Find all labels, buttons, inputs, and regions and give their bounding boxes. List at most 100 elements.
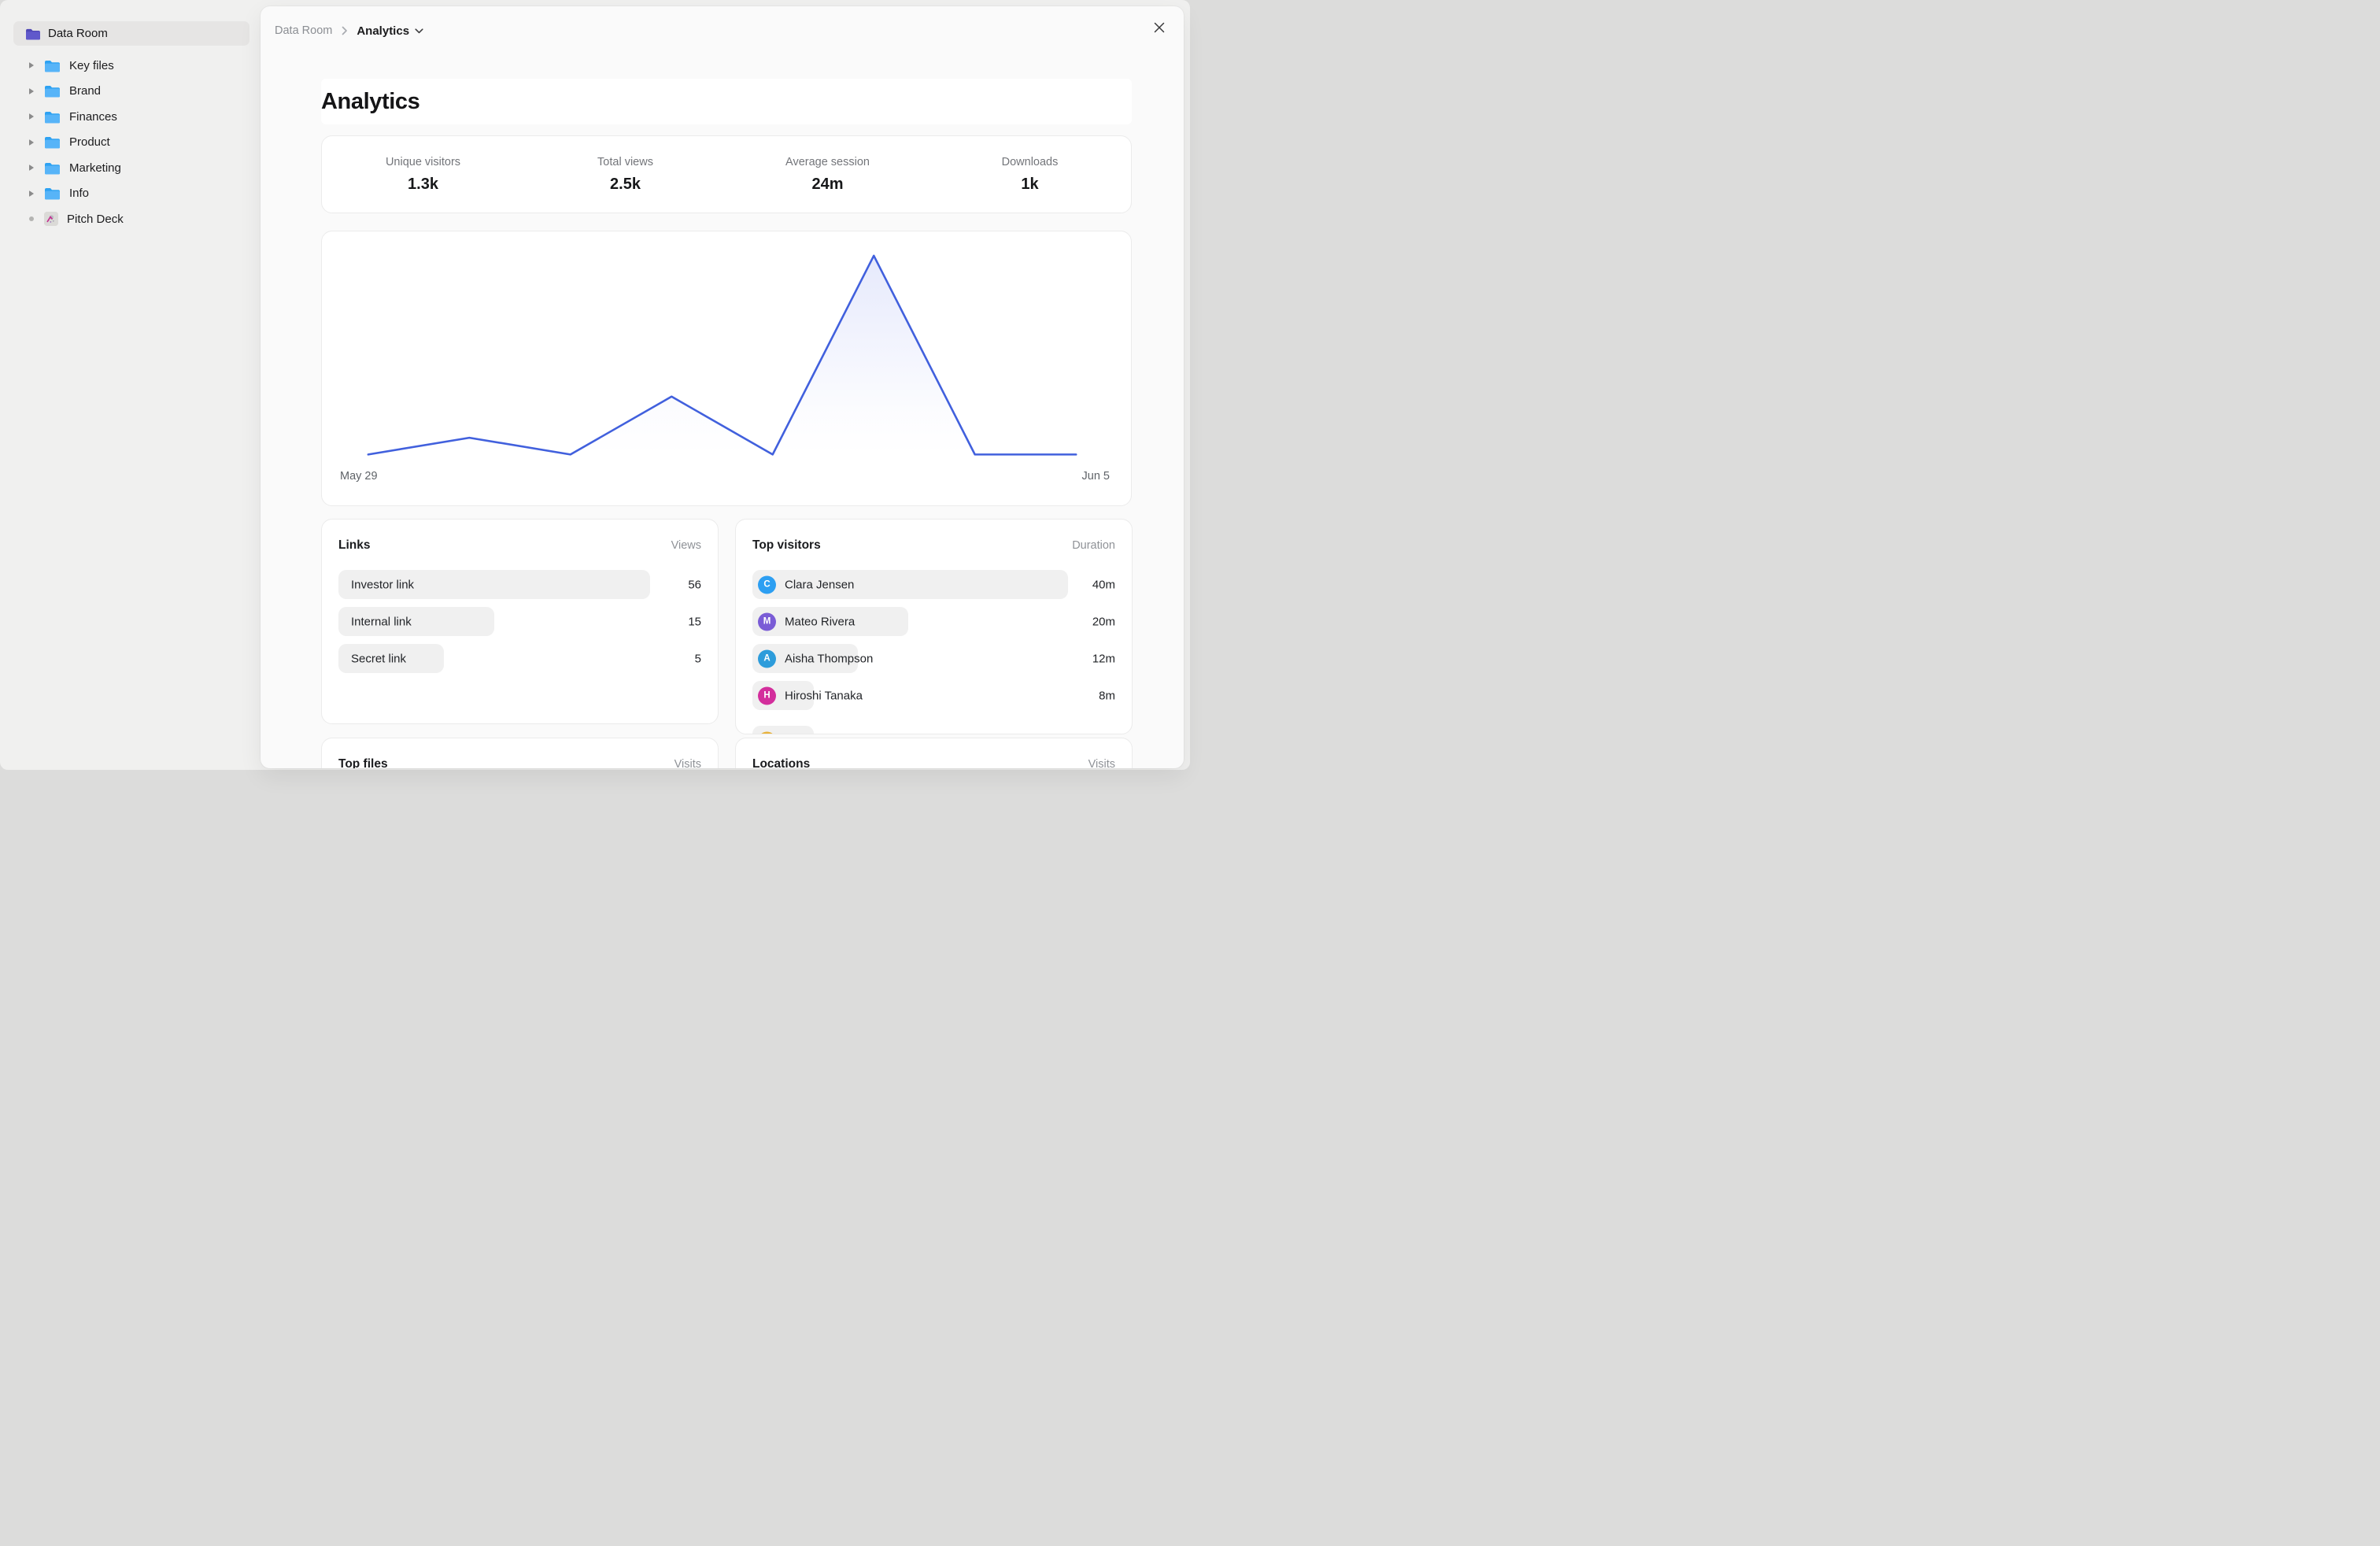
visitor-row-hiroshi-tanaka[interactable]: H Hiroshi Tanaka 8m [752, 677, 1115, 714]
card-value-header: Views [671, 539, 701, 552]
visitor-name: Mateo Rivera [785, 615, 855, 628]
visitor-identity: C Clara Jensen [758, 575, 854, 594]
disclosure-triangle-icon[interactable] [29, 62, 34, 68]
stat-label: Unique visitors [322, 156, 524, 168]
disclosure-triangle-icon[interactable] [29, 190, 34, 197]
avatar [758, 731, 776, 734]
middle-cards-row: Links Views Investor link 56 Internal li… [321, 519, 1132, 734]
chart-line [368, 256, 1076, 455]
folder-blue-icon [44, 135, 61, 149]
avatar: A [758, 649, 776, 668]
sidebar-item-data-room[interactable]: Data Room [13, 21, 249, 46]
visitor-duration-value: 12m [1092, 652, 1115, 665]
card-value-header: Visits [674, 758, 701, 768]
breadcrumb-bar: Data Room Analytics [261, 6, 1184, 50]
sidebar-item-marketing[interactable]: Marketing [0, 155, 261, 181]
folder-purple-icon [25, 28, 41, 40]
sidebar-item-product[interactable]: Product [0, 130, 261, 156]
folder-blue-icon [44, 84, 61, 98]
sidebar: Data Room Key files Brand [0, 0, 261, 770]
avatar: M [758, 612, 776, 631]
pitch-deck-thumbnail-icon [44, 212, 58, 226]
card-title: Top visitors [752, 538, 821, 553]
sidebar-item-finances[interactable]: Finances [0, 104, 261, 130]
links-rows: Investor link 56 Internal link 15 Secret… [322, 566, 718, 677]
stat-downloads: Downloads 1k [929, 156, 1131, 194]
sidebar-item-label: Finances [69, 110, 117, 124]
stat-value: 24m [726, 176, 929, 194]
locations-card: Locations Visits [735, 738, 1133, 768]
visitor-row-aisha-thompson[interactable]: A Aisha Thompson 12m [752, 640, 1115, 677]
breadcrumb-parent[interactable]: Data Room [275, 24, 332, 37]
sidebar-item-label: Key files [69, 59, 114, 72]
top-files-card-header: Top files Visits [322, 738, 718, 768]
link-row-internal[interactable]: Internal link 15 [338, 603, 701, 640]
link-views-value: 56 [688, 578, 701, 591]
visitor-row-mateo-rivera[interactable]: M Mateo Rivera 20m [752, 603, 1115, 640]
disclosure-triangle-icon[interactable] [29, 88, 34, 94]
app-window: Data Room Key files Brand [0, 0, 1190, 770]
x-axis-label-end: Jun 5 [1082, 470, 1110, 483]
visitor-duration-value: 8m [1099, 689, 1115, 702]
page-title: Analytics [321, 89, 419, 115]
visitor-name: Hiroshi Tanaka [785, 689, 863, 702]
folder-blue-icon [44, 161, 61, 175]
visitor-name: Clara Jensen [785, 578, 854, 591]
visitor-rows: C Clara Jensen 40m M Mateo Rivera 20m [736, 566, 1132, 714]
folder-blue-icon [44, 110, 61, 124]
link-views-value: 5 [695, 652, 701, 665]
disclosure-triangle-icon[interactable] [29, 113, 34, 120]
visits-line-chart: May 29 Jun 5 [321, 231, 1132, 506]
link-label: Investor link [351, 578, 414, 591]
sidebar-tree: Key files Brand Finances [0, 53, 261, 232]
stat-value: 1.3k [322, 176, 524, 194]
visitor-name: Aisha Thompson [785, 652, 873, 665]
stat-total-views: Total views 2.5k [524, 156, 726, 194]
link-row-secret[interactable]: Secret link 5 [338, 640, 701, 677]
page-title-band: Analytics [321, 79, 1132, 124]
disclosure-triangle-icon[interactable] [29, 165, 34, 171]
links-card-header: Links Views [322, 520, 718, 553]
card-title: Links [338, 538, 370, 553]
link-label: Internal link [351, 615, 412, 628]
chevron-right-icon [341, 26, 348, 35]
sidebar-item-key-files[interactable]: Key files [0, 53, 261, 79]
sidebar-item-brand[interactable]: Brand [0, 79, 261, 105]
visitor-identity [758, 731, 785, 734]
visitor-row-clipped[interactable] [752, 722, 1115, 734]
visitor-row-clara-jensen[interactable]: C Clara Jensen 40m [752, 566, 1115, 603]
stat-value: 1k [929, 176, 1131, 194]
disclosure-triangle-icon[interactable] [29, 139, 34, 146]
sidebar-item-pitch-deck[interactable]: Pitch Deck [0, 206, 261, 232]
link-row-investor[interactable]: Investor link 56 [338, 566, 701, 603]
card-value-header: Visits [1088, 758, 1115, 768]
stat-label: Average session [726, 156, 929, 168]
stat-value: 2.5k [524, 176, 726, 194]
bottom-cards-row: Top files Visits Locations Visits [321, 738, 1132, 768]
avatar: H [758, 686, 776, 705]
card-value-header: Duration [1072, 539, 1115, 552]
card-title: Top files [338, 757, 388, 768]
folder-blue-icon [44, 187, 61, 200]
stat-unique-visitors: Unique visitors 1.3k [322, 156, 524, 194]
top-files-card: Top files Visits [321, 738, 719, 768]
locations-card-header: Locations Visits [736, 738, 1132, 768]
analytics-modal-panel: Data Room Analytics Analytics Unique vis… [261, 6, 1184, 768]
stat-average-session: Average session 24m [726, 156, 929, 194]
line-chart-canvas [322, 231, 1131, 505]
folder-blue-icon [44, 59, 61, 72]
visitor-duration-value: 40m [1092, 578, 1115, 591]
stat-label: Total views [524, 156, 726, 168]
sidebar-item-label: Pitch Deck [67, 213, 124, 226]
analytics-content: Unique visitors 1.3k Total views 2.5k Av… [261, 124, 1184, 768]
sidebar-item-label: Product [69, 135, 110, 149]
sidebar-item-info[interactable]: Info [0, 181, 261, 207]
visitor-identity: A Aisha Thompson [758, 649, 873, 668]
breadcrumb-current[interactable]: Analytics [357, 24, 423, 38]
sidebar-item-label: Data Room [48, 27, 108, 40]
card-title: Locations [752, 757, 810, 768]
sidebar-item-label: Info [69, 187, 89, 200]
close-icon [1153, 21, 1166, 34]
close-button[interactable] [1151, 19, 1168, 36]
links-card: Links Views Investor link 56 Internal li… [321, 519, 719, 724]
